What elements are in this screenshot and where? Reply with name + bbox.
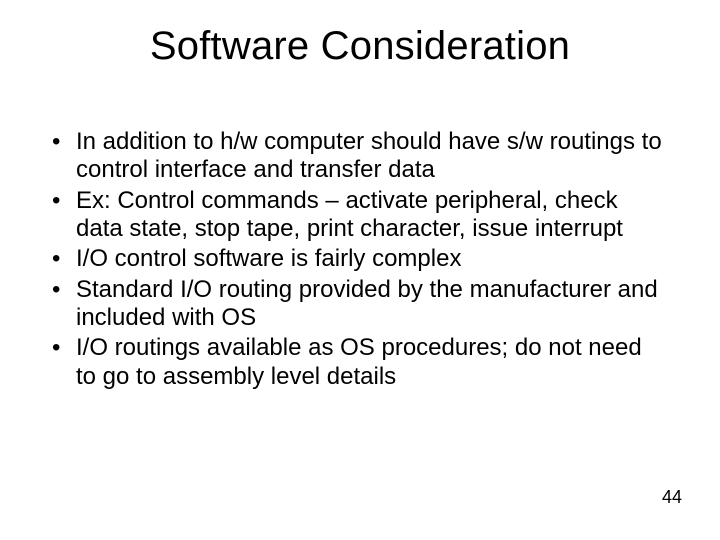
bullet-list: In addition to h/w computer should have … [52,128,668,391]
slide-body: In addition to h/w computer should have … [52,128,668,393]
slide-title: Software Consideration [0,24,720,69]
slide: Software Consideration In addition to h/… [0,0,720,540]
list-item: Ex: Control commands – activate peripher… [52,187,668,244]
list-item: I/O control software is fairly complex [52,245,668,273]
page-number: 44 [662,487,682,508]
list-item: In addition to h/w computer should have … [52,128,668,185]
list-item: I/O routings available as OS procedures;… [52,334,668,391]
list-item: Standard I/O routing provided by the man… [52,276,668,333]
